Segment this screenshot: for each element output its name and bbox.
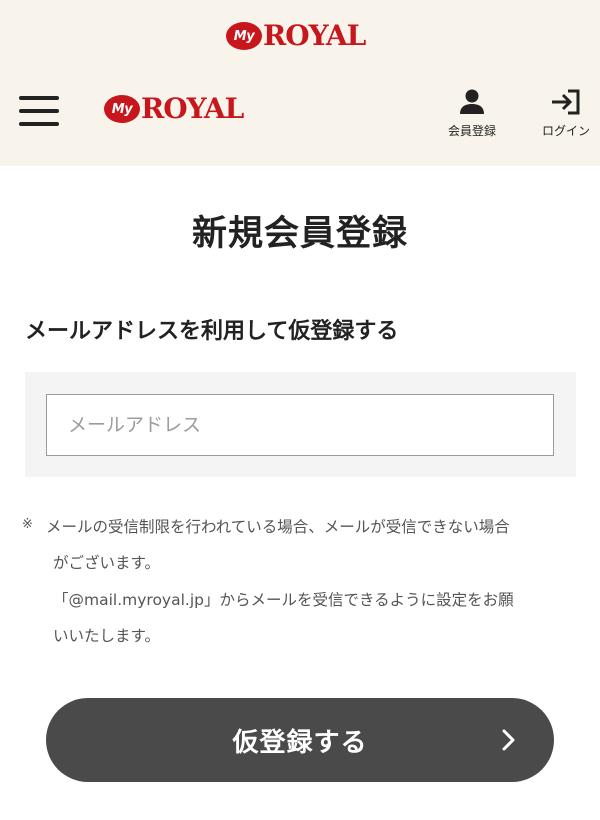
register-nav-button[interactable]: 会員登録 [437, 88, 507, 148]
chevron-right-icon [502, 729, 515, 751]
login-arrow-icon [552, 89, 580, 115]
logo-wordmark: ROYAL [263, 19, 366, 52]
logo-badge: My [226, 22, 262, 50]
provisional-register-button[interactable]: 仮登録する [46, 698, 554, 782]
menu-button[interactable] [19, 96, 61, 128]
register-nav-label: 会員登録 [447, 124, 496, 138]
page-title: 新規会員登録 [191, 214, 408, 254]
notice-mark: ※ [22, 517, 33, 532]
logo-wordmark: ROYAL [141, 92, 244, 125]
site-header: My ROYAL My ROYAL 会員登録 ログイン [0, 0, 600, 166]
top-logo[interactable]: My ROYAL [226, 19, 366, 52]
section-heading: メールアドレスを利用して仮登録する [25, 319, 399, 344]
provisional-register-label: 仮登録する [232, 727, 368, 757]
email-input[interactable] [46, 394, 554, 456]
notice-line: メールの受信制限を行われている場合、メールが受信できない場合 [46, 518, 510, 536]
person-icon [460, 89, 484, 114]
hamburger-icon [19, 96, 59, 100]
login-nav-button[interactable]: ログイン [531, 88, 600, 148]
nav-logo[interactable]: My ROYAL [104, 92, 244, 125]
login-nav-label: ログイン [541, 124, 590, 138]
notice-line: 「@mail.myroyal.jp」からメールを受信できるように設定をお願 [53, 591, 514, 609]
notice-line: がございます。 [53, 554, 160, 572]
logo-badge: My [104, 95, 140, 123]
notice-line: いいたします。 [53, 627, 160, 645]
email-input-panel [25, 372, 576, 477]
